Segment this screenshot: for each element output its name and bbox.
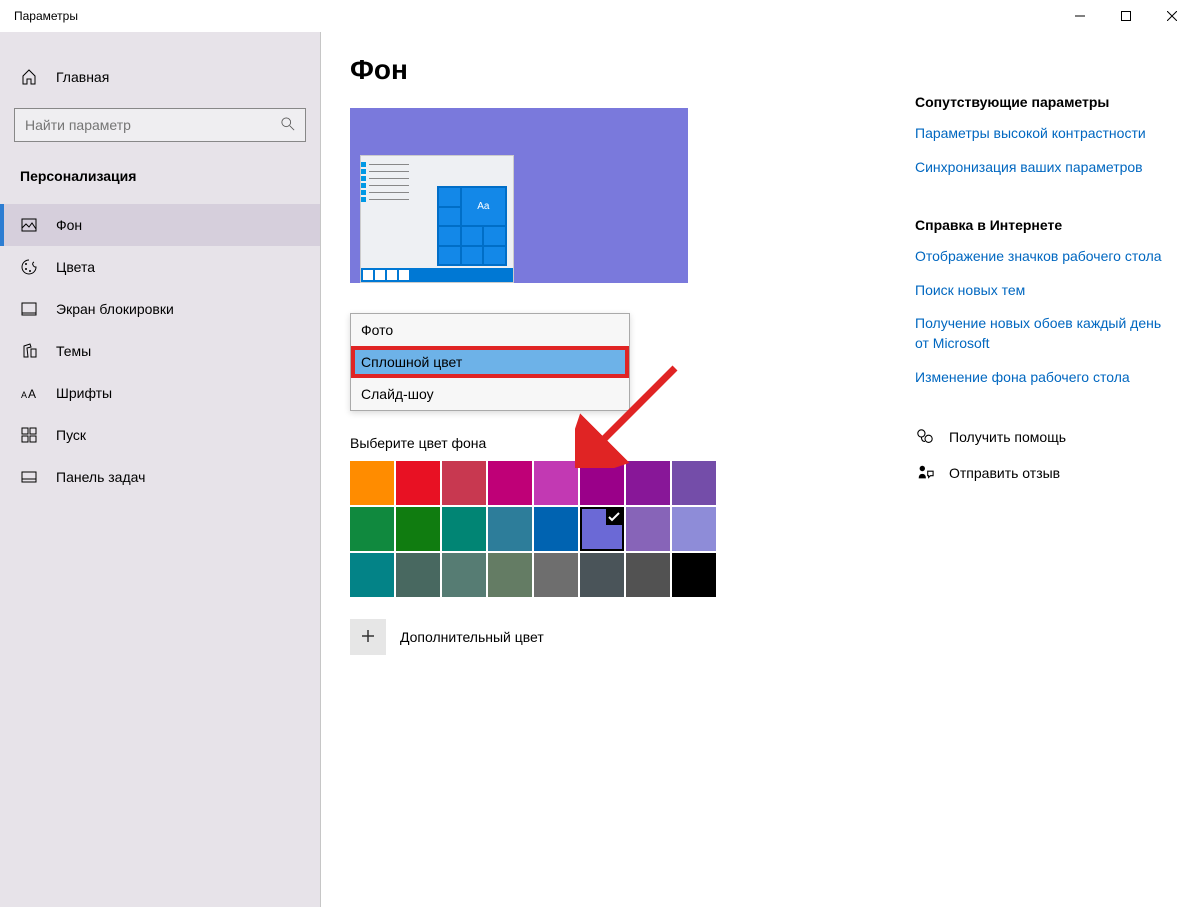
sidebar-item-5[interactable]: Пуск — [0, 414, 320, 456]
help-heading: Справка в Интернете — [915, 217, 1165, 233]
right-panel: Сопутствующие параметры Параметры высоко… — [915, 54, 1165, 907]
color-swatch-7[interactable] — [672, 461, 716, 505]
help-link-2[interactable]: Получение новых обоев каждый день от Mic… — [915, 314, 1165, 353]
color-swatch-4[interactable] — [534, 461, 578, 505]
preview-tile-aa: Aa — [462, 188, 505, 225]
color-swatch-20[interactable] — [534, 553, 578, 597]
color-swatch-23[interactable] — [672, 553, 716, 597]
sidebar-item-label: Шрифты — [56, 385, 112, 401]
sidebar: Главная Персонализация Фон Цвета Экран бло… — [0, 32, 320, 907]
titlebar-controls — [1057, 0, 1195, 32]
color-swatch-14[interactable] — [626, 507, 670, 551]
sidebar-item-label: Темы — [56, 343, 91, 359]
related-link-0[interactable]: Параметры высокой контрастности — [915, 124, 1165, 144]
sidebar-item-3[interactable]: Темы — [0, 330, 320, 372]
fonts-icon: AA — [20, 384, 38, 402]
custom-color-label: Дополнительный цвет — [400, 629, 544, 645]
svg-text:A: A — [28, 387, 36, 401]
color-swatch-11[interactable] — [488, 507, 532, 551]
color-swatch-19[interactable] — [488, 553, 532, 597]
divider — [320, 32, 321, 907]
sidebar-item-1[interactable]: Цвета — [0, 246, 320, 288]
sidebar-item-label: Цвета — [56, 259, 95, 275]
color-swatch-18[interactable] — [442, 553, 486, 597]
svg-text:A: A — [21, 390, 27, 400]
minimize-button[interactable] — [1057, 0, 1103, 32]
color-swatch-3[interactable] — [488, 461, 532, 505]
color-swatch-17[interactable] — [396, 553, 440, 597]
sidebar-section-title: Персонализация — [0, 160, 320, 204]
themes-icon — [20, 342, 38, 360]
lockscreen-icon — [20, 300, 38, 318]
picture-icon — [20, 216, 38, 234]
home-icon — [20, 68, 38, 86]
maximize-button[interactable] — [1103, 0, 1149, 32]
feedback-button[interactable]: Отправить отзыв — [915, 463, 1165, 483]
sidebar-item-6[interactable]: Панель задач — [0, 456, 320, 498]
taskbar-icon — [20, 468, 38, 486]
search-icon — [281, 117, 295, 134]
dropdown-option-2[interactable]: Слайд-шоу — [351, 378, 629, 410]
page-title: Фон — [350, 54, 875, 86]
get-help-label: Получить помощь — [949, 429, 1066, 445]
color-swatch-22[interactable] — [626, 553, 670, 597]
color-swatch-16[interactable] — [350, 553, 394, 597]
preview-window: Aa — [360, 155, 514, 283]
help-icon — [915, 427, 935, 447]
home-button[interactable]: Главная — [0, 58, 320, 96]
window-title: Параметры — [14, 9, 78, 23]
palette-icon — [20, 258, 38, 276]
color-grid — [350, 461, 875, 597]
sidebar-item-label: Панель задач — [56, 469, 145, 485]
color-swatch-21[interactable] — [580, 553, 624, 597]
feedback-icon — [915, 463, 935, 483]
color-swatch-15[interactable] — [672, 507, 716, 551]
start-icon — [20, 426, 38, 444]
sidebar-item-label: Пуск — [56, 427, 86, 443]
color-swatch-6[interactable] — [626, 461, 670, 505]
content-area: Фон Aa ФотоСплошной цветСлайд-шоу Выбери… — [350, 54, 875, 907]
sidebar-item-2[interactable]: Экран блокировки — [0, 288, 320, 330]
dropdown-option-1[interactable]: Сплошной цвет — [351, 346, 629, 378]
feedback-label: Отправить отзыв — [949, 465, 1060, 481]
color-swatch-0[interactable] — [350, 461, 394, 505]
home-label: Главная — [56, 69, 109, 85]
color-swatch-5[interactable] — [580, 461, 624, 505]
background-preview: Aa — [350, 108, 688, 283]
related-heading: Сопутствующие параметры — [915, 94, 1165, 110]
sidebar-item-0[interactable]: Фон — [0, 204, 320, 246]
titlebar: Параметры — [0, 0, 1195, 32]
color-swatch-13[interactable] — [580, 507, 624, 551]
search-input[interactable] — [25, 117, 281, 133]
plus-icon — [360, 628, 376, 647]
help-link-3[interactable]: Изменение фона рабочего стола — [915, 368, 1165, 388]
sidebar-item-4[interactable]: AA Шрифты — [0, 372, 320, 414]
color-swatch-9[interactable] — [396, 507, 440, 551]
color-swatch-1[interactable] — [396, 461, 440, 505]
related-link-1[interactable]: Синхронизация ваших параметров — [915, 158, 1165, 178]
sidebar-item-label: Экран блокировки — [56, 301, 174, 317]
color-swatch-12[interactable] — [534, 507, 578, 551]
color-swatch-8[interactable] — [350, 507, 394, 551]
get-help-button[interactable]: Получить помощь — [915, 427, 1165, 447]
color-swatch-10[interactable] — [442, 507, 486, 551]
color-section-label: Выберите цвет фона — [350, 435, 875, 451]
close-button[interactable] — [1149, 0, 1195, 32]
color-swatch-2[interactable] — [442, 461, 486, 505]
add-custom-color-button[interactable] — [350, 619, 386, 655]
search-box[interactable] — [14, 108, 306, 142]
help-link-0[interactable]: Отображение значков рабочего стола — [915, 247, 1165, 267]
dropdown-option-0[interactable]: Фото — [351, 314, 629, 346]
sidebar-item-label: Фон — [56, 217, 82, 233]
help-link-1[interactable]: Поиск новых тем — [915, 281, 1165, 301]
background-type-dropdown[interactable]: ФотоСплошной цветСлайд-шоу — [350, 313, 630, 411]
